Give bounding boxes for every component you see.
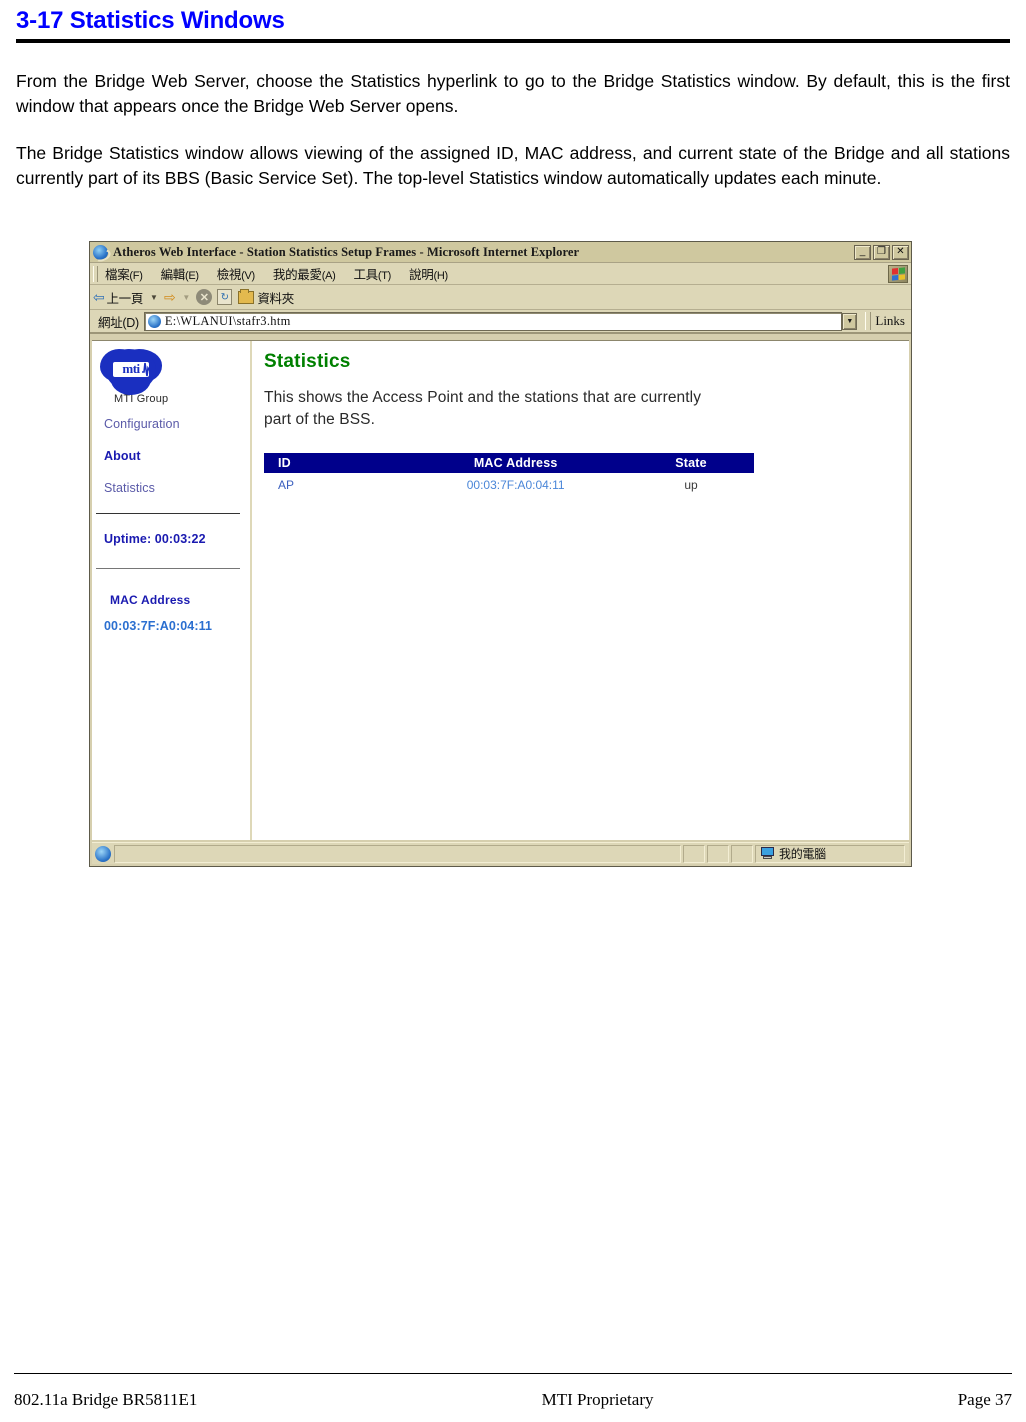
menu-edit[interactable]: 編輯(E): [161, 263, 208, 284]
mti-logo-icon: mti: [106, 349, 156, 391]
page-footer: 802.11a Bridge BR5811E1 MTI Proprietary …: [14, 1390, 1012, 1410]
stop-icon[interactable]: ✕: [196, 289, 213, 305]
windows-logo-icon: [888, 264, 908, 283]
footer-right: Page 37: [957, 1390, 1012, 1409]
ie-icon: [92, 244, 113, 264]
cell-mac: 00:03:7F:A0:04:11: [466, 478, 565, 492]
cell-id: AP: [278, 478, 295, 492]
menu-file-mnemonic: (F): [129, 270, 143, 282]
menu-tools-mnemonic: (T): [377, 270, 392, 282]
footer-rule: [14, 1373, 1012, 1374]
security-zone-label: 我的電腦: [779, 847, 826, 861]
logo-caption: MTI Group: [114, 393, 169, 405]
window-title: Atheros Web Interface - Station Statisti…: [113, 244, 580, 259]
page-title: 3-17 Statistics Windows: [16, 7, 285, 34]
menu-edit-mnemonic: (E): [184, 270, 199, 282]
browser-titlebar: Atheros Web Interface - Station Statisti…: [90, 242, 911, 264]
status-pane-3: [731, 844, 753, 863]
address-label: 網址(D): [98, 315, 139, 330]
address-input[interactable]: E:\WLANUI\stafr3.htm: [143, 311, 843, 331]
mac-address-value: 00:03:7F:A0:04:11: [104, 619, 213, 633]
back-button[interactable]: ⇦ 上一頁: [93, 288, 143, 307]
statistics-description: This shows the Access Point and the stat…: [264, 389, 702, 428]
heading-rule: [16, 39, 1010, 43]
arrow-right-icon: ⇨: [163, 288, 176, 305]
menu-view-mnemonic: (V): [241, 270, 255, 282]
status-message-pane: [114, 844, 681, 863]
menu-tools-label: 工具: [353, 268, 378, 282]
content-frame: Statistics This shows the Access Point a…: [252, 341, 909, 840]
mac-block: MAC Address 00:03:7F:A0:04:11: [92, 569, 250, 651]
cell-state: up: [684, 478, 698, 492]
links-button[interactable]: Links: [875, 313, 905, 329]
browser-toolbar: ⇦ 上一頁 ▼ ⇨ ▼ ✕ ↻ 資料夾: [90, 285, 911, 310]
arrow-left-icon: ⇦: [93, 288, 105, 305]
back-button-label: 上一頁: [106, 291, 144, 306]
column-header-id: ID: [264, 453, 404, 473]
address-url-text: E:\WLANUI\stafr3.htm: [164, 313, 291, 328]
browser-menubar: 檔案(F) 編輯(E) 檢視(V) 我的最愛(A) 工具(T) 說明(H): [90, 263, 911, 285]
sidebar-item-configuration[interactable]: Configuration: [104, 417, 250, 431]
minimize-button[interactable]: _: [854, 244, 871, 260]
menu-file[interactable]: 檔案(F): [105, 263, 152, 284]
menu-tools[interactable]: 工具(T): [353, 263, 400, 284]
menu-help[interactable]: 說明(H): [409, 263, 457, 284]
footer-left: 802.11a Bridge BR5811E1: [14, 1390, 198, 1409]
menu-help-label: 說明: [409, 268, 434, 282]
statistics-table: ID MAC Address State AP 00:03:7F:A0:04:1…: [264, 453, 754, 495]
ie-icon-status: [95, 845, 111, 862]
column-header-state: State: [627, 453, 754, 473]
column-header-mac: MAC Address: [403, 453, 628, 473]
forward-button[interactable]: ⇨: [163, 288, 176, 306]
window-controls: _ ❐ ✕: [854, 244, 909, 260]
uptime-value: Uptime: 00:03:22: [104, 532, 206, 546]
menu-edit-label: 編輯: [160, 268, 186, 282]
menu-file-label: 檔案: [105, 268, 130, 282]
footer-center: MTI Proprietary: [541, 1390, 654, 1409]
menubar-grip[interactable]: [93, 265, 98, 282]
menu-view-label: 檢視: [216, 268, 242, 282]
folder-icon: [238, 288, 255, 304]
computer-icon: [760, 847, 775, 860]
sidebar-nav: Configuration About Statistics: [104, 417, 250, 495]
browser-addressbar: 網址(D) E:\WLANUI\stafr3.htm ▼ Links: [90, 310, 911, 334]
status-pane-2: [707, 844, 729, 863]
statistics-title: Statistics: [264, 351, 351, 372]
mac-address-label: MAC Address: [110, 593, 191, 607]
body-paragraph-2: The Bridge Statistics window allows view…: [16, 143, 1010, 188]
restore-button[interactable]: ❐: [873, 244, 890, 260]
security-zone-pane[interactable]: 我的電腦: [755, 844, 905, 863]
links-separator: [865, 312, 872, 330]
sidebar-frame: mti MTI Group Configuration About Statis…: [92, 341, 252, 840]
sidebar-item-statistics[interactable]: Statistics: [104, 481, 250, 495]
page-viewport: mti MTI Group Configuration About Statis…: [92, 340, 909, 840]
refresh-icon[interactable]: ↻: [217, 289, 233, 305]
ie-icon-small: [147, 314, 161, 328]
document-page: 3-17 Statistics Windows From the Bridge …: [0, 0, 1026, 1422]
table-row: AP 00:03:7F:A0:04:11 up: [264, 473, 754, 495]
menu-view[interactable]: 檢視(V): [217, 263, 264, 284]
folders-button-label: 資料夾: [257, 291, 294, 306]
logo-area: mti MTI Group: [92, 341, 250, 405]
forward-dropdown-icon[interactable]: ▼: [182, 293, 190, 302]
close-button[interactable]: ✕: [892, 244, 909, 260]
back-dropdown-icon[interactable]: ▼: [150, 293, 158, 302]
sidebar-item-about[interactable]: About: [104, 449, 250, 463]
chevron-down-icon[interactable]: ▼: [842, 312, 858, 330]
menu-help-mnemonic: (H): [433, 270, 448, 282]
table-header-row: ID MAC Address State: [264, 453, 754, 473]
browser-window-figure: Atheros Web Interface - Station Statisti…: [89, 241, 912, 867]
folders-button[interactable]: 資料夾: [238, 288, 294, 307]
menu-favorites-label: 我的最愛: [272, 268, 322, 282]
waveform-icon: [142, 362, 152, 377]
uptime-block: Uptime: 00:03:22: [92, 514, 250, 564]
browser-statusbar: 我的電腦: [92, 842, 909, 864]
menu-favorites-mnemonic: (A): [321, 270, 336, 282]
status-pane-1: [683, 844, 705, 863]
body-paragraph-1: From the Bridge Web Server, choose the S…: [16, 71, 1010, 116]
menu-favorites[interactable]: 我的最愛(A): [273, 263, 345, 284]
